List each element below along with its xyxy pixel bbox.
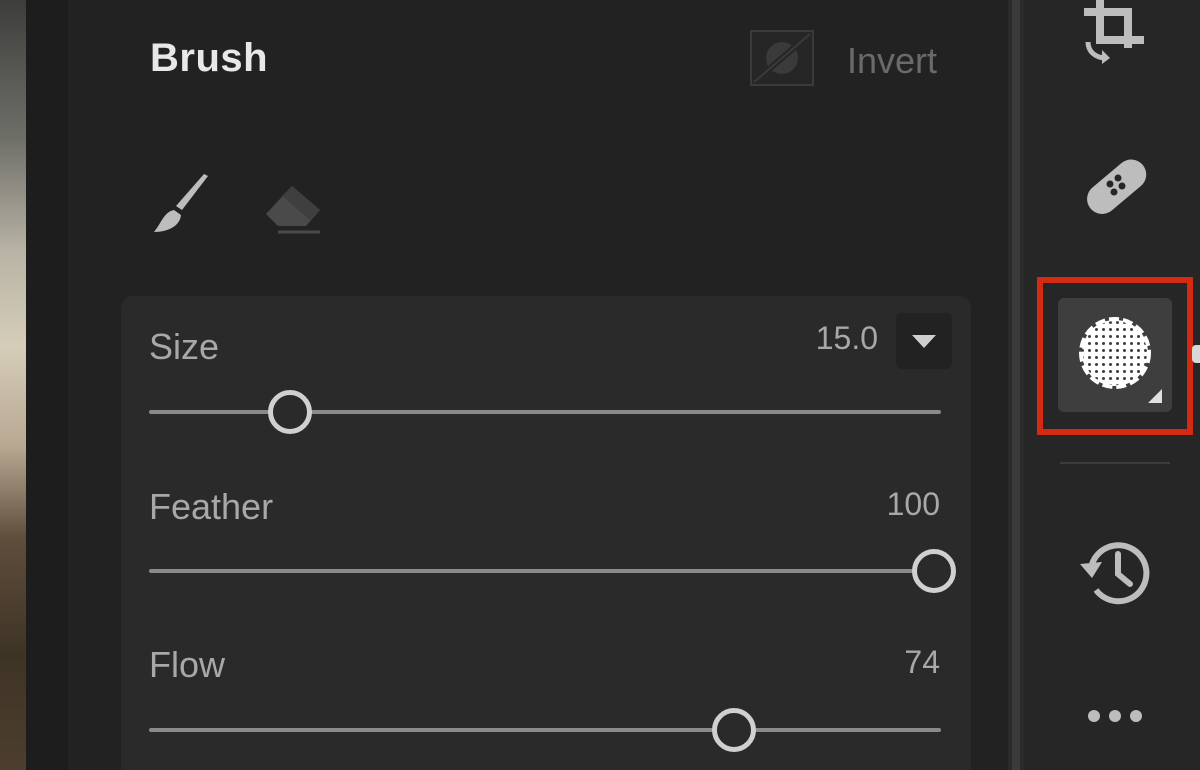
flow-value[interactable]: 74 (800, 644, 940, 681)
flow-label: Flow (149, 644, 226, 685)
size-slider-thumb[interactable] (268, 390, 312, 434)
selection-indicator (1192, 345, 1200, 363)
photo-canvas-edge (0, 0, 26, 770)
panel-title: Brush (150, 36, 269, 80)
size-value[interactable]: 15.0 (738, 320, 878, 357)
more-icon[interactable] (1080, 700, 1150, 730)
eraser-icon[interactable] (258, 170, 328, 240)
paintbrush-icon[interactable] (146, 170, 216, 240)
submenu-indicator-icon (1148, 389, 1162, 403)
panel-divider[interactable] (1008, 0, 1024, 770)
feather-label: Feather (149, 486, 274, 527)
toolbar-divider (1060, 462, 1170, 464)
feather-slider-track[interactable] (149, 569, 941, 573)
brush-settings-card (121, 296, 971, 770)
flow-slider-track[interactable] (149, 728, 941, 732)
healing-bandage-icon[interactable] (1078, 148, 1154, 224)
left-gutter (26, 0, 68, 770)
flow-slider-thumb[interactable] (712, 708, 756, 752)
size-label: Size (149, 326, 220, 367)
history-icon[interactable] (1078, 534, 1154, 610)
feather-value[interactable]: 100 (800, 486, 940, 523)
invert-icon[interactable] (750, 30, 814, 86)
crop-rotate-icon[interactable] (1078, 0, 1154, 68)
chevron-down-icon (912, 335, 936, 348)
size-dropdown[interactable] (896, 313, 952, 369)
invert-label[interactable]: Invert (847, 40, 937, 82)
feather-slider-thumb[interactable] (912, 549, 956, 593)
